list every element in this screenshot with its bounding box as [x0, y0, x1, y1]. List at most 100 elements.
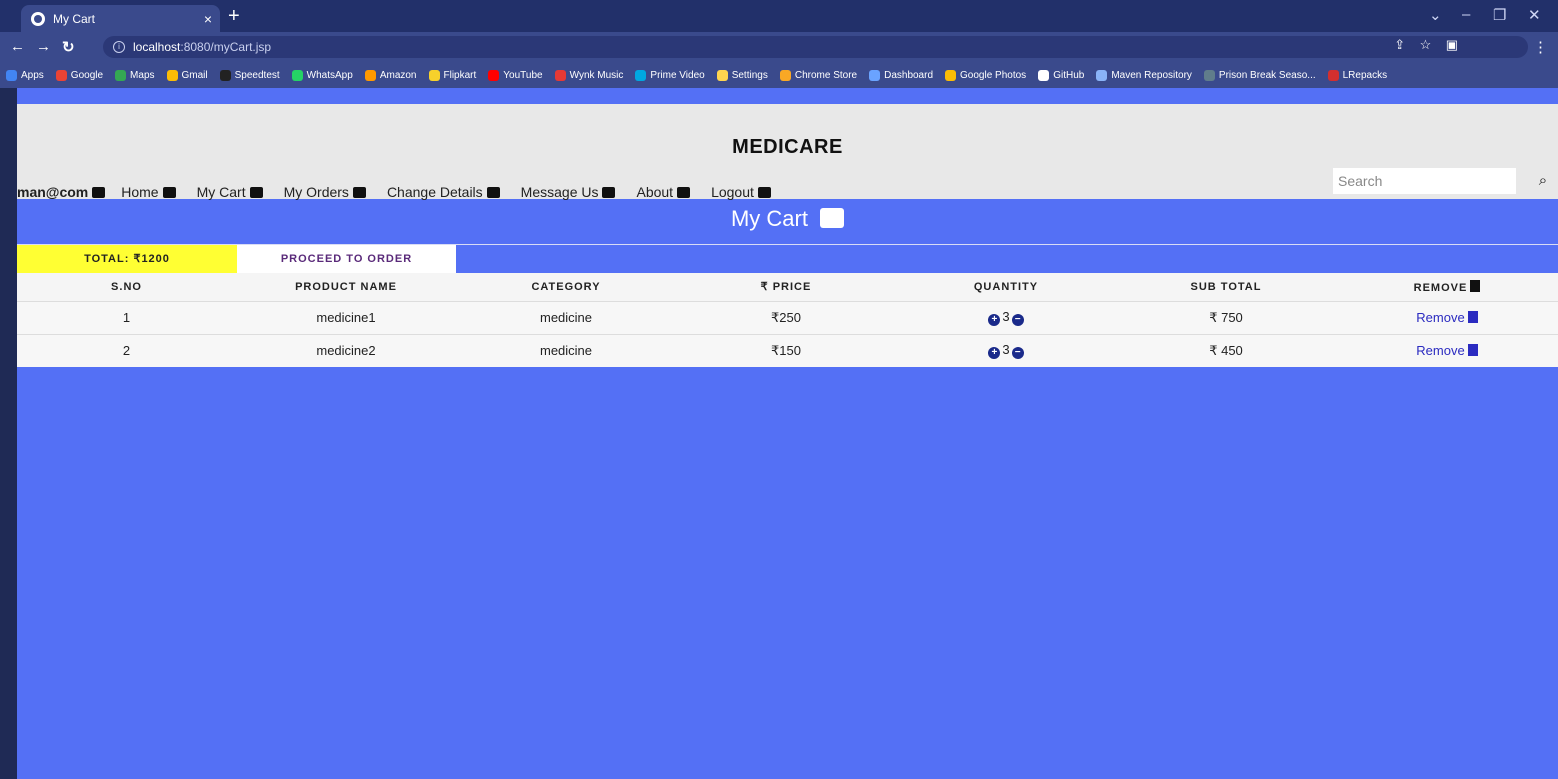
cell-category: medicine	[456, 300, 676, 334]
cell-price: ₹250	[676, 300, 896, 334]
col-remove-label: REMOVE	[1413, 281, 1468, 294]
bookmark-favicon-icon	[1203, 69, 1215, 81]
bookmark-item[interactable]: Wynk Music	[554, 69, 623, 81]
bookmark-label: Prime Video	[650, 69, 705, 81]
trash-icon[interactable]	[1467, 311, 1478, 323]
cart-heading: My Cart	[17, 206, 1558, 232]
bookmark-item[interactable]: LRepacks	[1327, 69, 1388, 81]
remove-link[interactable]: Remove	[1416, 310, 1464, 325]
minus-circle-icon[interactable]: −	[1011, 347, 1024, 360]
share-icon[interactable]: ⇪	[1394, 37, 1405, 52]
page-top-strip	[17, 88, 1558, 104]
search-input[interactable]: Search	[1333, 168, 1516, 194]
cell-subtotal: ₹ 450	[1116, 333, 1336, 367]
bookmark-favicon-icon	[6, 69, 17, 81]
bookmark-label: Chrome Store	[794, 69, 858, 81]
cell-sno: 2	[17, 333, 236, 367]
bookmark-item[interactable]: Gmail	[166, 69, 208, 81]
nav-change-details[interactable]: Change Details	[387, 184, 500, 200]
bookmark-label: LRepacks	[1342, 69, 1388, 81]
search-icon[interactable]: ⌕	[1528, 168, 1558, 194]
bookmark-favicon-icon	[115, 69, 127, 81]
browser-tab[interactable]: My Cart ×	[21, 5, 220, 32]
bookmark-label: Flipkart	[443, 69, 477, 81]
bookmark-item[interactable]: YouTube	[488, 69, 543, 81]
tab-search-icon[interactable]: ⌄	[1429, 6, 1442, 24]
cell-remove: Remove	[1336, 333, 1558, 367]
side-panel-icon[interactable]: ▣	[1446, 37, 1458, 52]
bookmark-item[interactable]: WhatsApp	[291, 69, 353, 81]
globe-icon	[31, 11, 45, 26]
bookmark-item[interactable]: Maven Repository	[1096, 69, 1192, 81]
info-icon[interactable]: i	[113, 41, 125, 53]
nav-message-us[interactable]: Message Us	[521, 184, 616, 200]
browser-tabstrip: My Cart × + ⌄ – ❐ ✕	[0, 0, 1558, 32]
forward-icon[interactable]: →	[36, 38, 51, 55]
nav-about-label: About	[636, 184, 674, 200]
bookmark-item[interactable]: Google	[55, 69, 103, 81]
bookmark-favicon-icon	[219, 69, 231, 81]
main-nav: man@com Home My Cart My Orders Change De…	[17, 184, 792, 200]
trash-icon	[1470, 279, 1481, 292]
nav-logout-label: Logout	[711, 184, 754, 200]
reload-icon[interactable]: ↻	[62, 38, 75, 56]
bookmark-label: Settings	[731, 69, 768, 81]
nav-about[interactable]: About	[636, 184, 691, 200]
nav-my-cart[interactable]: My Cart	[197, 184, 263, 200]
cell-subtotal: ₹ 750	[1116, 300, 1336, 334]
restore-icon[interactable]: ❐	[1493, 6, 1506, 24]
menu-icon[interactable]: ⋮	[1533, 38, 1548, 56]
bookmark-item[interactable]: Apps	[6, 69, 44, 81]
proceed-to-order-button[interactable]: PROCEED TO ORDER	[237, 245, 456, 273]
user-email: man@com	[17, 184, 89, 200]
close-window-icon[interactable]: ✕	[1528, 6, 1541, 24]
nav-my-orders[interactable]: My Orders	[284, 184, 366, 200]
nav-home[interactable]: Home	[121, 184, 176, 200]
nav-home-label: Home	[121, 184, 159, 200]
url-host: localhost	[133, 40, 181, 54]
nav-user[interactable]: man@com	[17, 184, 106, 200]
cart-heading-text: My Cart	[730, 206, 808, 231]
bookmark-label: YouTube	[503, 69, 543, 81]
star-icon[interactable]: ☆	[1420, 37, 1432, 52]
bookmark-item[interactable]: Maps	[115, 69, 155, 81]
bookmark-item[interactable]: Flipkart	[428, 69, 477, 81]
bookmark-label: GitHub	[1053, 69, 1085, 81]
remove-link[interactable]: Remove	[1416, 343, 1464, 358]
bookmark-item[interactable]: Dashboard	[869, 69, 934, 81]
cell-category: medicine	[456, 333, 676, 367]
col-product-name: PRODUCT NAME	[236, 273, 456, 301]
bank-icon	[162, 186, 176, 198]
bookmark-item[interactable]: Amazon	[364, 69, 417, 81]
bookmark-favicon-icon	[166, 69, 178, 81]
minimize-icon[interactable]: –	[1462, 6, 1470, 23]
cell-quantity: +3−	[896, 333, 1116, 367]
quantity-value: 3	[1002, 342, 1010, 358]
col-price: ₹ PRICE	[676, 273, 896, 301]
bookmark-item[interactable]: Google Photos	[945, 69, 1026, 81]
trash-icon[interactable]	[1467, 344, 1478, 357]
tab-close-button[interactable]: ×	[196, 11, 220, 27]
url-input[interactable]: i localhost :8080/myCart.jsp	[103, 36, 1528, 58]
plus-circle-icon[interactable]: +	[988, 314, 1001, 326]
contact-icon	[677, 186, 691, 198]
back-icon[interactable]: ←	[10, 38, 25, 55]
cell-remove: Remove	[1336, 300, 1558, 334]
bookmark-item[interactable]: Settings	[716, 69, 768, 81]
bookmark-item[interactable]: Prison Break Seaso...	[1203, 69, 1316, 81]
user-icon	[92, 186, 106, 198]
nav-logout[interactable]: Logout	[711, 184, 771, 200]
minus-circle-icon[interactable]: −	[1011, 314, 1024, 326]
page: MEDICARE man@com Home My Cart My Orders …	[17, 88, 1558, 779]
address-bar-row: ← → ↻ i localhost :8080/myCart.jsp	[0, 32, 1558, 62]
bookmark-item[interactable]: Speedtest	[219, 69, 280, 81]
bookmark-label: Gmail	[181, 69, 208, 81]
col-subtotal: SUB TOTAL	[1116, 273, 1336, 301]
bookmark-label: Dashboard	[884, 69, 934, 81]
new-tab-button[interactable]: +	[228, 6, 240, 26]
bookmark-item[interactable]: Chrome Store	[779, 69, 858, 81]
bookmark-item[interactable]: Prime Video	[635, 69, 705, 81]
plus-circle-icon[interactable]: +	[988, 347, 1001, 360]
bookmark-item[interactable]: GitHub	[1038, 69, 1085, 81]
omnibox-actions: ⇪ ☆ ▣	[1394, 37, 1458, 53]
